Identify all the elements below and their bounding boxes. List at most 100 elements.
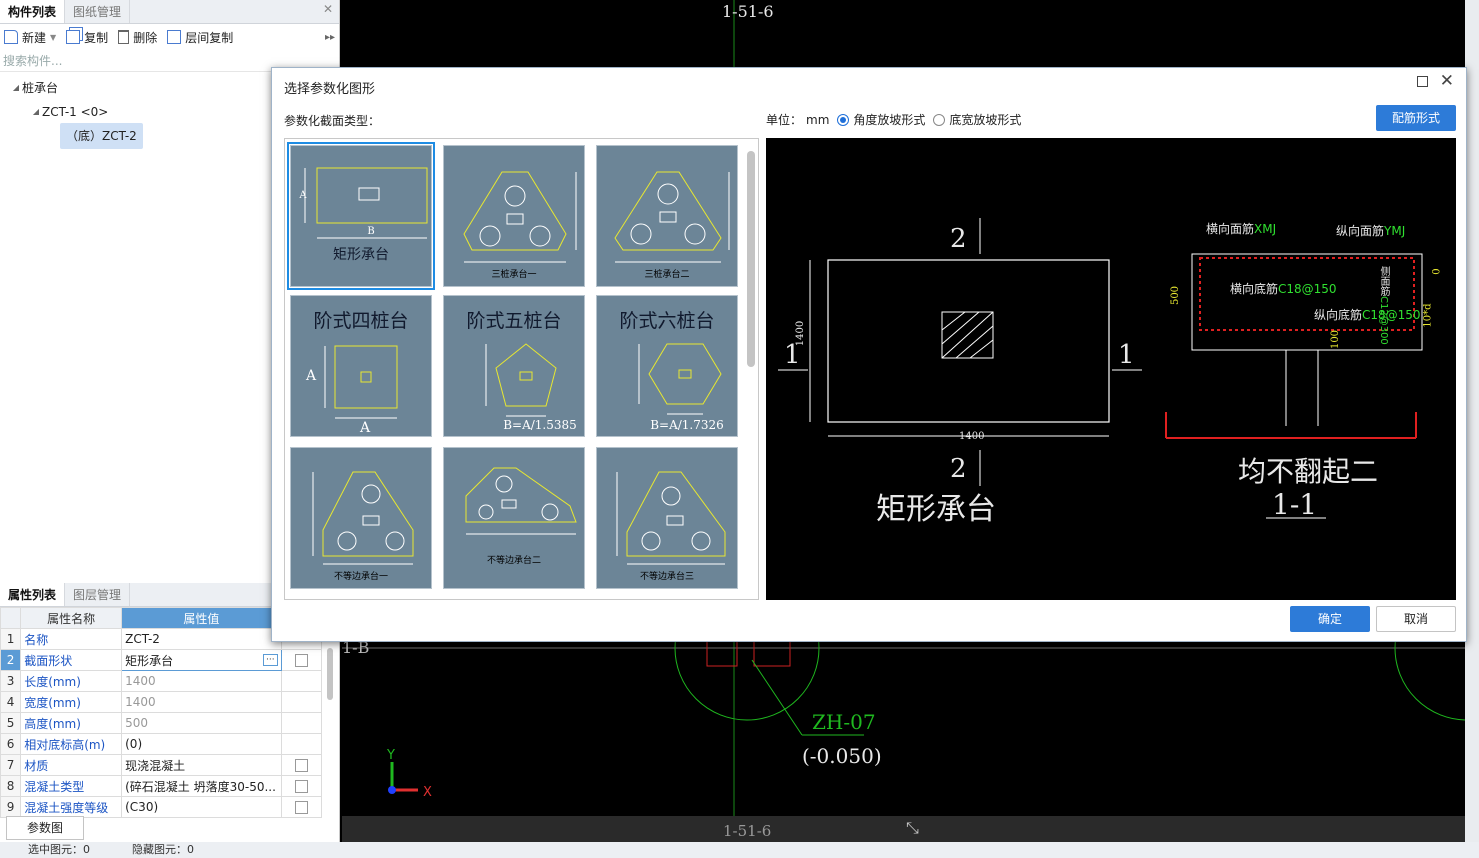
prop-value[interactable]: ZCT-2 bbox=[121, 628, 282, 650]
tile-step-four-pile[interactable]: 阶式四桩台 A A bbox=[290, 295, 432, 437]
checkbox[interactable] bbox=[294, 780, 308, 793]
tab-layer-manage[interactable]: 图层管理 bbox=[65, 583, 131, 606]
tile-step-six-pile[interactable]: 阶式六桩台 B=A/1.7326 bbox=[596, 295, 738, 437]
radio-angle-slope[interactable] bbox=[837, 113, 850, 126]
table-row[interactable]: 7 材质 现浇混凝土 bbox=[0, 754, 323, 776]
delete-label: 删除 bbox=[133, 30, 158, 45]
radio-width-label[interactable]: 底宽放坡形式 bbox=[949, 111, 1021, 128]
more-icon[interactable]: ▸▸ bbox=[325, 32, 335, 43]
section-mark: 2 bbox=[950, 224, 967, 254]
param-diagram-button[interactable]: 参数图 bbox=[6, 816, 84, 840]
rebar-form-button[interactable]: 配筋形式 bbox=[1376, 105, 1456, 131]
pile-label: ZH-07 bbox=[812, 710, 876, 734]
row-index: 7 bbox=[0, 754, 22, 776]
prop-value[interactable]: 1400 bbox=[121, 670, 282, 692]
tile-label: 不等边承台三 bbox=[639, 572, 694, 582]
section-type-label: 参数化截面类型： bbox=[284, 114, 381, 128]
tab-property-list[interactable]: 属性列表 bbox=[0, 583, 66, 606]
tile-uneq-1[interactable]: 不等边承台一 bbox=[290, 447, 432, 589]
close-icon[interactable]: ✕ bbox=[1440, 71, 1454, 91]
prop-value[interactable]: 现浇混凝土 bbox=[121, 754, 282, 776]
table-row[interactable]: 4 宽度(mm) 1400 bbox=[0, 691, 323, 713]
row-check[interactable] bbox=[280, 649, 323, 671]
tile-uneq-2[interactable]: 不等边承台二 bbox=[443, 447, 585, 589]
scrollbar[interactable] bbox=[327, 648, 333, 700]
unit-value: mm bbox=[806, 112, 830, 127]
prop-value[interactable]: (0) bbox=[121, 733, 282, 755]
dialog-title: 选择参数化图形 bbox=[284, 82, 376, 97]
rebar-label: 侧面筋 bbox=[1378, 266, 1389, 296]
tile-label: 不等边承台一 bbox=[333, 572, 388, 582]
selected-count: 选中图元：0 bbox=[28, 843, 90, 856]
right-toolstrip bbox=[1465, 0, 1479, 858]
prop-name: 高度(mm) bbox=[20, 712, 123, 734]
tile-three-pile-1[interactable]: 三桩承台一 bbox=[443, 145, 585, 287]
checkbox[interactable] bbox=[294, 654, 308, 667]
gallery-scrollbar[interactable] bbox=[747, 151, 755, 367]
tile-label: 三桩承台一 bbox=[491, 270, 537, 280]
table-row[interactable]: 3 长度(mm) 1400 bbox=[0, 670, 323, 692]
ok-button[interactable]: 确定 bbox=[1290, 606, 1370, 632]
radio-width-slope[interactable] bbox=[933, 113, 946, 126]
collapse-arrows-icon[interactable]: ⤡ bbox=[906, 818, 919, 838]
table-row[interactable]: 2 截面形状 矩形承台 ··· bbox=[0, 649, 323, 671]
prop-name: 相对底标高(m) bbox=[20, 733, 123, 755]
row-check[interactable] bbox=[280, 754, 323, 776]
radio-angle-label[interactable]: 角度放坡形式 bbox=[853, 111, 925, 128]
row-index: 2 bbox=[0, 649, 22, 671]
table-row[interactable]: 6 相对底标高(m) (0) bbox=[0, 733, 323, 755]
new-button[interactable]: 新建 ▼ bbox=[4, 29, 56, 46]
dim-label: A bbox=[359, 420, 371, 436]
collapse-icon[interactable]: ◢ bbox=[30, 100, 42, 124]
tile-label: 矩形承台 bbox=[333, 247, 389, 263]
row-check bbox=[280, 733, 323, 755]
table-row[interactable]: 9 混凝土强度等级 (C30) bbox=[0, 796, 323, 818]
rebar-label: 横向底筋 bbox=[1230, 282, 1279, 296]
tile-rect-cap[interactable]: A B 矩形承台 bbox=[287, 142, 435, 290]
prop-value[interactable]: 500 bbox=[121, 712, 282, 734]
header-name: 属性名称 bbox=[20, 607, 123, 629]
dim-width: 1400 bbox=[959, 431, 985, 442]
row-index: 5 bbox=[0, 712, 22, 734]
chevron-down-icon[interactable]: ▼ bbox=[50, 33, 56, 42]
prop-value-editor[interactable]: 矩形承台 ··· bbox=[121, 649, 282, 671]
x-axis-label: X bbox=[423, 785, 432, 800]
prop-value[interactable]: (碎石混凝土 坍落度30-50... bbox=[121, 775, 282, 797]
checkbox[interactable] bbox=[294, 759, 308, 772]
checkbox[interactable] bbox=[294, 801, 308, 814]
dim-10d: 10*d bbox=[1422, 303, 1434, 328]
layer-copy-button[interactable]: 层间复制 bbox=[167, 29, 233, 46]
prop-value[interactable]: 1400 bbox=[121, 691, 282, 713]
table-row[interactable]: 5 高度(mm) 500 bbox=[0, 712, 323, 734]
tile-three-pile-2[interactable]: 三桩承台二 bbox=[596, 145, 738, 287]
axis-label-bottom: 1-51-6 bbox=[723, 822, 772, 840]
dim-100: 100 bbox=[1330, 329, 1342, 350]
dim-500: 500 bbox=[1170, 285, 1182, 306]
copy-label: 复制 bbox=[84, 30, 109, 45]
prop-value: 矩形承台 bbox=[125, 653, 174, 668]
tab-component-list[interactable]: 构件列表 bbox=[0, 0, 66, 23]
preview-note: 均不翻起二 bbox=[1238, 455, 1379, 488]
tile-step-five-pile[interactable]: 阶式五桩台 B=A/1.5385 bbox=[443, 295, 585, 437]
tile-label: 不等边承台二 bbox=[486, 556, 541, 566]
table-row[interactable]: 8 混凝土类型 (碎石混凝土 坍落度30-50... bbox=[0, 775, 323, 797]
tile-uneq-3[interactable]: 不等边承台三 bbox=[596, 447, 738, 589]
collapse-icon[interactable]: ◢ bbox=[10, 76, 22, 100]
row-index: 9 bbox=[0, 796, 22, 818]
leader-line bbox=[751, 659, 803, 736]
tile-formula: B=A/1.5385 bbox=[503, 418, 577, 432]
delete-button[interactable]: 删除 bbox=[118, 29, 157, 46]
cancel-button[interactable]: 取消 bbox=[1376, 606, 1456, 632]
dim-label: A bbox=[305, 368, 317, 384]
ellipsis-button[interactable]: ··· bbox=[263, 653, 278, 666]
tab-drawing-manage[interactable]: 图纸管理 bbox=[65, 0, 131, 23]
close-icon[interactable]: ✕ bbox=[323, 2, 333, 16]
row-check[interactable] bbox=[280, 796, 323, 818]
copy-button[interactable]: 复制 bbox=[66, 29, 108, 46]
row-check[interactable] bbox=[280, 775, 323, 797]
row-index: 4 bbox=[0, 691, 22, 713]
axis-label-top: 1-51-6 bbox=[722, 2, 774, 21]
rebar-h-top: 横向面筋XMJ bbox=[1206, 220, 1276, 237]
prop-value[interactable]: (C30) bbox=[121, 796, 282, 818]
maximize-icon[interactable] bbox=[1417, 76, 1428, 87]
